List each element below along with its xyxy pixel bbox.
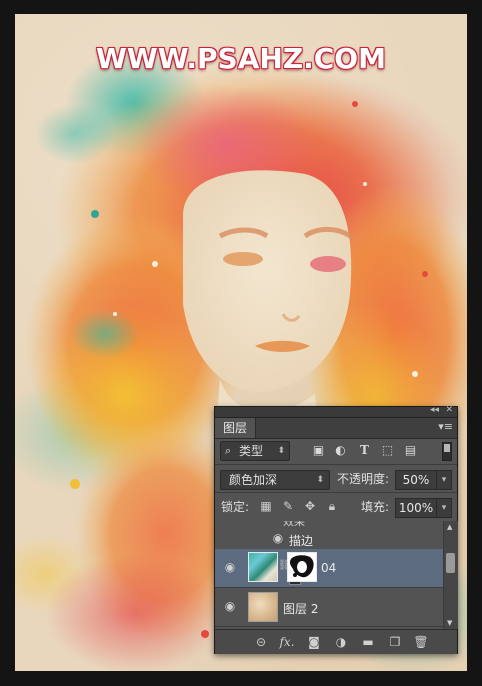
filter-kind-label: 类型 bbox=[239, 444, 264, 458]
type-filter-icon[interactable]: T bbox=[358, 444, 371, 457]
lock-transparency-icon[interactable]: ▦ bbox=[259, 499, 273, 513]
smart-object-filter-icon[interactable]: ▤ bbox=[404, 444, 417, 457]
lock-pixels-brush-icon[interactable]: ✎ bbox=[281, 499, 295, 513]
new-layer-icon[interactable]: ❐ bbox=[387, 634, 403, 650]
scroll-up-icon[interactable]: ▲ bbox=[447, 523, 452, 531]
blend-mode-label: 颜色加深 bbox=[229, 473, 278, 487]
watermark-text: WWW.PSAHZ.COM bbox=[96, 42, 386, 75]
layers-list: 效果 ◉ 描边 ◉ ⛓ 04 ◉ 图层 2 bbox=[215, 521, 443, 629]
shape-filter-icon[interactable]: ⬚ bbox=[381, 444, 394, 457]
panel-title-bar[interactable]: ◂◂ ✕ bbox=[215, 405, 457, 418]
layers-bottom-toolbar: ⊝ fx. ◙ ◑ ▬ ❐ 🗑︎ bbox=[215, 629, 457, 654]
fx-icon[interactable]: fx. bbox=[279, 634, 295, 650]
eye-icon[interactable]: ◉ bbox=[221, 560, 239, 576]
blend-row: 颜色加深 ⬍ 不透明度: 50% ▾ bbox=[215, 467, 457, 491]
chevron-updown-icon: ⬍ bbox=[316, 475, 324, 485]
layer-row-04[interactable]: ◉ ⛓ 04 bbox=[215, 549, 443, 588]
effects-row[interactable]: 效果 bbox=[215, 521, 443, 529]
lock-position-move-icon[interactable]: ✥ bbox=[303, 499, 317, 513]
effects-label: 效果 bbox=[283, 521, 305, 528]
stroke-effect-row[interactable]: ◉ 描边 bbox=[215, 529, 443, 549]
lock-label: 锁定: bbox=[221, 500, 250, 514]
filter-kind-select[interactable]: ⌕ 类型 ⬍ bbox=[220, 441, 290, 461]
stroke-effect-label: 描边 bbox=[289, 534, 314, 548]
eye-icon[interactable]: ◉ bbox=[221, 599, 239, 615]
panel-menu-icon[interactable]: ▾≡ bbox=[438, 420, 453, 433]
lock-all-icon[interactable]: 🔒︎ bbox=[325, 499, 339, 513]
layer-thumbnail bbox=[248, 552, 301, 585]
new-group-icon[interactable]: ▬ bbox=[360, 634, 376, 650]
opacity-label: 不透明度: bbox=[337, 472, 390, 486]
close-panel-icon[interactable]: ✕ bbox=[445, 405, 453, 415]
chevron-updown-icon: ⬍ bbox=[277, 446, 285, 456]
document-frame: WWW.PSAHZ.COM ◂◂ ✕ 图层 ▾≡ ⌕ 类型 ⬍ ▣ ◐ T ⬚ … bbox=[0, 0, 482, 686]
eye-icon[interactable]: ◉ bbox=[269, 531, 287, 547]
fill-label: 填充: bbox=[361, 500, 390, 514]
filter-toggle-switch[interactable] bbox=[442, 442, 452, 461]
search-icon: ⌕ bbox=[225, 444, 232, 457]
opacity-input[interactable]: 50% bbox=[395, 470, 437, 490]
mask-silhouette bbox=[289, 555, 314, 578]
panel-tab-row: 图层 ▾≡ bbox=[215, 418, 457, 439]
adjustment-filter-icon[interactable]: ◐ bbox=[334, 444, 347, 457]
scroll-down-icon[interactable]: ▼ bbox=[447, 619, 452, 627]
layer-thumbnail bbox=[248, 592, 278, 622]
layer-mask-thumbnail[interactable] bbox=[287, 552, 317, 582]
fill-dropdown-icon[interactable]: ▾ bbox=[436, 498, 452, 518]
collapse-panel-icon[interactable]: ◂◂ bbox=[430, 405, 439, 415]
delete-layer-icon[interactable]: 🗑︎ bbox=[413, 634, 429, 650]
layer-name-04: 04 bbox=[321, 561, 337, 575]
add-mask-icon[interactable]: ◙ bbox=[306, 634, 322, 650]
divider bbox=[215, 464, 457, 465]
image-filter-icon[interactable]: ▣ bbox=[312, 444, 325, 457]
lock-row: 锁定: ▦ ✎ ✥ 🔒︎ 填充: 100% ▾ bbox=[215, 495, 457, 519]
link-layers-icon[interactable]: ⊝ bbox=[253, 634, 269, 650]
layers-panel: ◂◂ ✕ 图层 ▾≡ ⌕ 类型 ⬍ ▣ ◐ T ⬚ ▤ 颜色加深 ⬍ 不透明度:… bbox=[214, 405, 458, 654]
tab-layers[interactable]: 图层 bbox=[215, 418, 256, 438]
adjustment-layer-icon[interactable]: ◑ bbox=[333, 634, 349, 650]
fill-input[interactable]: 100% bbox=[395, 498, 437, 518]
divider bbox=[215, 492, 457, 493]
scrollbar-thumb[interactable] bbox=[446, 553, 455, 573]
layer-filter-row: ⌕ 类型 ⬍ ▣ ◐ T ⬚ ▤ bbox=[215, 439, 457, 463]
blend-mode-select[interactable]: 颜色加深 ⬍ bbox=[220, 470, 330, 490]
opacity-dropdown-icon[interactable]: ▾ bbox=[436, 470, 452, 490]
layer-name-2: 图层 2 bbox=[283, 602, 319, 616]
layer-row-2[interactable]: ◉ 图层 2 bbox=[215, 588, 443, 627]
layers-scrollbar[interactable]: ▲ ▼ bbox=[443, 521, 458, 629]
